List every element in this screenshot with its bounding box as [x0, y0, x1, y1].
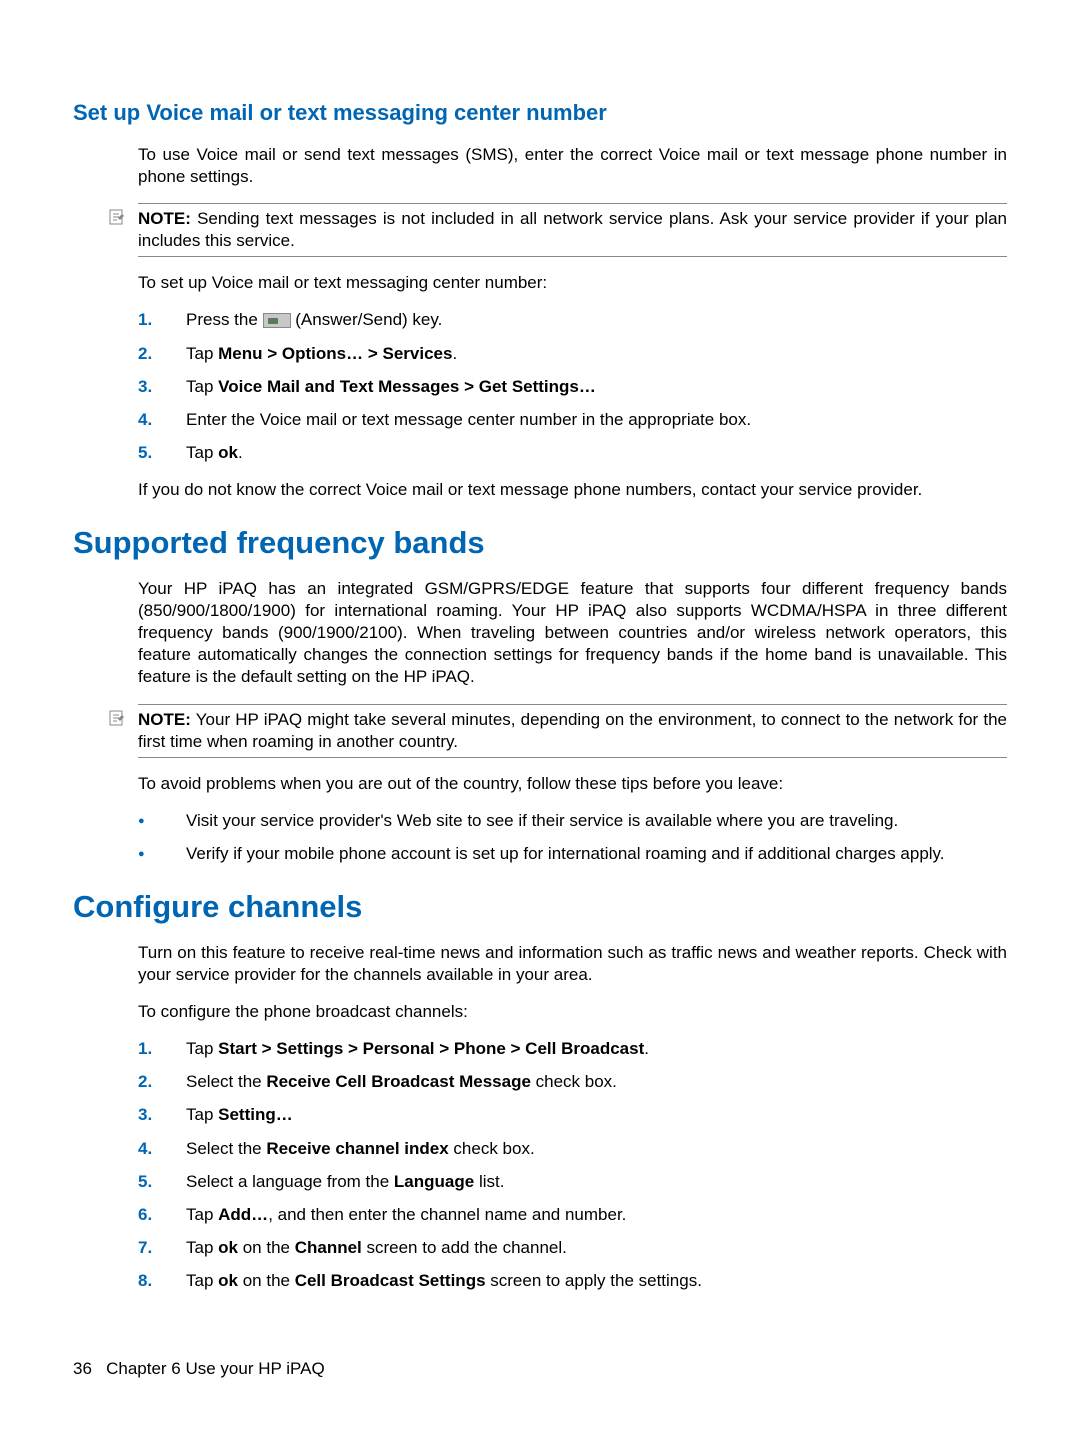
note-box: NOTE: Your HP iPAQ might take several mi…: [138, 704, 1007, 758]
text: screen to add the channel.: [362, 1238, 567, 1257]
heading-frequency: Supported frequency bands: [73, 525, 1007, 561]
text: .: [452, 344, 457, 363]
note-prefix: NOTE:: [138, 209, 191, 228]
list-item: Tap Add…, and then enter the channel nam…: [138, 1204, 1007, 1226]
paragraph: Your HP iPAQ has an integrated GSM/GPRS/…: [138, 578, 1007, 688]
note-prefix: NOTE:: [138, 710, 191, 729]
note-text: Your HP iPAQ might take several minutes,…: [138, 710, 1007, 751]
list-item: Tap ok.: [138, 442, 1007, 464]
bold-text: Setting…: [218, 1105, 293, 1124]
bold-text: Menu > Options… > Services: [218, 344, 452, 363]
heading-voicemail: Set up Voice mail or text messaging cent…: [73, 100, 1007, 126]
text: Select the: [186, 1072, 266, 1091]
list-item: Select a language from the Language list…: [138, 1171, 1007, 1193]
note-text: Sending text messages is not included in…: [138, 209, 1007, 250]
ordered-list: Tap Start > Settings > Personal > Phone …: [138, 1038, 1007, 1292]
text: Tap: [186, 1039, 218, 1058]
bold-text: Add…: [218, 1205, 268, 1224]
list-item: Tap Voice Mail and Text Messages > Get S…: [138, 376, 1007, 398]
text: Select the: [186, 1139, 266, 1158]
bold-text: Receive channel index: [266, 1139, 448, 1158]
bold-text: Cell Broadcast Settings: [295, 1271, 486, 1290]
text: Tap: [186, 443, 218, 462]
list-item: Press the (Answer/Send) key.: [138, 309, 1007, 331]
text: Tap: [186, 1271, 218, 1290]
list-item: Tap Start > Settings > Personal > Phone …: [138, 1038, 1007, 1060]
bold-text: Voice Mail and Text Messages > Get Setti…: [218, 377, 596, 396]
paragraph: If you do not know the correct Voice mai…: [138, 479, 1007, 501]
text: check box.: [531, 1072, 617, 1091]
bold-text: ok: [218, 443, 238, 462]
list-item: Select the Receive channel index check b…: [138, 1138, 1007, 1160]
chapter-label: Chapter 6 Use your HP iPAQ: [106, 1359, 325, 1378]
bold-text: ok: [218, 1238, 238, 1257]
list-item: Tap ok on the Channel screen to add the …: [138, 1237, 1007, 1259]
text: Select a language from the: [186, 1172, 394, 1191]
text: Tap: [186, 377, 218, 396]
bold-text: Channel: [295, 1238, 362, 1257]
text: .: [644, 1039, 649, 1058]
page-number: 36: [73, 1359, 92, 1378]
paragraph: To configure the phone broadcast channel…: [138, 1001, 1007, 1023]
text: Tap: [186, 344, 218, 363]
note-icon: [108, 208, 126, 232]
text: Tap: [186, 1238, 218, 1257]
bold-text: Receive Cell Broadcast Message: [266, 1072, 531, 1091]
note-box: NOTE: Sending text messages is not inclu…: [138, 203, 1007, 257]
text: list.: [474, 1172, 504, 1191]
answer-send-key-icon: [263, 313, 291, 328]
text: on the: [238, 1238, 295, 1257]
list-item: Verify if your mobile phone account is s…: [138, 843, 1007, 865]
text: Press the: [186, 310, 263, 329]
list-item: Tap Menu > Options… > Services.: [138, 343, 1007, 365]
note-icon: [108, 709, 126, 733]
list-item: Enter the Voice mail or text message cen…: [138, 409, 1007, 431]
list-item: Tap Setting…: [138, 1104, 1007, 1126]
ordered-list: Press the (Answer/Send) key. Tap Menu > …: [138, 309, 1007, 463]
bold-text: ok: [218, 1271, 238, 1290]
text: screen to apply the settings.: [486, 1271, 702, 1290]
list-item: Tap ok on the Cell Broadcast Settings sc…: [138, 1270, 1007, 1292]
paragraph: Turn on this feature to receive real-tim…: [138, 942, 1007, 986]
text: Tap: [186, 1205, 218, 1224]
bold-text: Language: [394, 1172, 474, 1191]
unordered-list: Visit your service provider's Web site t…: [138, 810, 1007, 865]
paragraph: To set up Voice mail or text messaging c…: [138, 272, 1007, 294]
paragraph: To avoid problems when you are out of th…: [138, 773, 1007, 795]
text: (Answer/Send) key.: [291, 310, 443, 329]
paragraph: To use Voice mail or send text messages …: [138, 144, 1007, 188]
page-footer: 36 Chapter 6 Use your HP iPAQ: [73, 1359, 325, 1379]
bold-text: Start > Settings > Personal > Phone > Ce…: [218, 1039, 644, 1058]
heading-channels: Configure channels: [73, 889, 1007, 925]
list-item: Select the Receive Cell Broadcast Messag…: [138, 1071, 1007, 1093]
text: Tap: [186, 1105, 218, 1124]
text: , and then enter the channel name and nu…: [268, 1205, 626, 1224]
text: .: [238, 443, 243, 462]
text: on the: [238, 1271, 295, 1290]
text: check box.: [449, 1139, 535, 1158]
list-item: Visit your service provider's Web site t…: [138, 810, 1007, 832]
